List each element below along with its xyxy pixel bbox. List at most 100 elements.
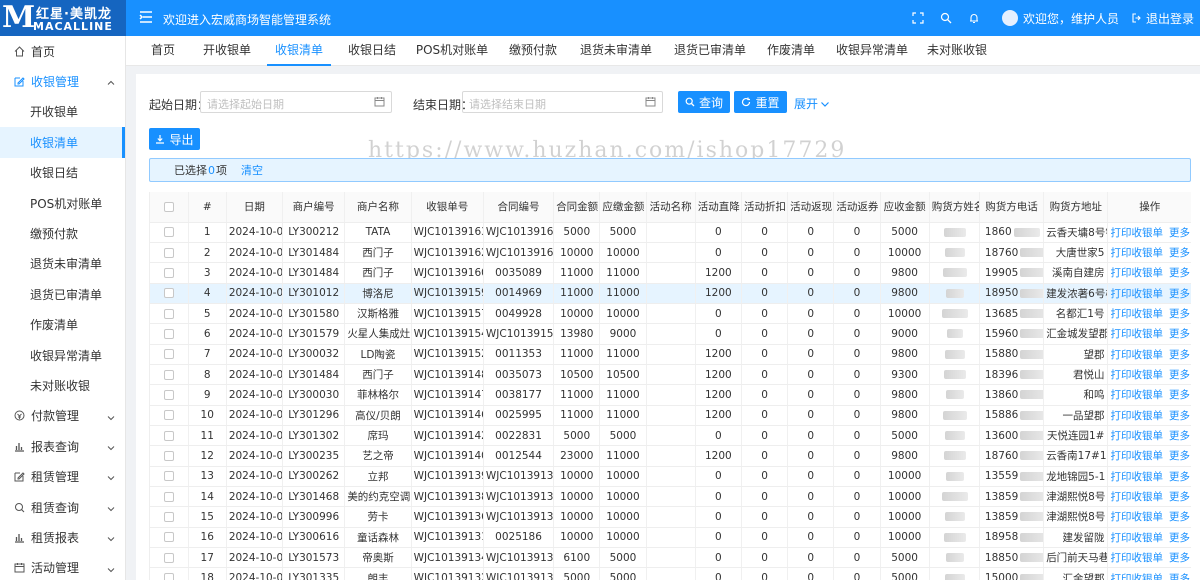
more-actions-link[interactable]: 更多 ⌄	[1169, 389, 1191, 401]
more-actions-link[interactable]: 更多 ⌄	[1169, 227, 1191, 239]
print-receipt-link[interactable]: 打印收银单	[1110, 227, 1163, 239]
table-row[interactable]: 9 2024-10-02 LY300030 菲林格尔 WJC10139147 003817…	[150, 384, 1191, 406]
row-checkbox[interactable]	[163, 369, 174, 380]
row-checkbox-cell[interactable]	[150, 323, 189, 345]
tab-open-cashier[interactable]: 开收银单	[196, 36, 258, 66]
table-row[interactable]: 7 2024-10-02 LY300032 LD陶瓷 WJC10139152 001135…	[150, 344, 1191, 365]
sidebar-item-report-query[interactable]: 报表查询	[0, 431, 125, 461]
more-actions-link[interactable]: 更多 ⌄	[1169, 573, 1191, 580]
more-actions-link[interactable]: 更多 ⌄	[1169, 532, 1191, 544]
row-checkbox[interactable]	[163, 267, 174, 278]
table-row[interactable]: 17 2024-10-02 LY301573 帝奥斯 WJC10139134WJC101…	[150, 547, 1191, 569]
print-receipt-link[interactable]: 打印收银单	[1110, 552, 1163, 564]
row-checkbox-cell[interactable]	[150, 283, 189, 304]
row-checkbox-cell[interactable]	[150, 486, 189, 508]
print-receipt-link[interactable]: 打印收银单	[1110, 288, 1163, 300]
table-row[interactable]: 3 2024-10-03 LY301484 西门子 WJC10139160 0035089…	[150, 262, 1191, 284]
fullscreen-icon[interactable]	[904, 4, 932, 32]
sidebar-item-activity-management[interactable]: 活动管理	[0, 553, 125, 580]
row-checkbox-cell[interactable]	[150, 445, 189, 467]
more-actions-link[interactable]: 更多 ⌄	[1169, 369, 1191, 381]
row-checkbox[interactable]	[163, 410, 174, 421]
table-row[interactable]: 10 2024-10-02 LY301296 高仪/贝朗 WJC10139146 0025…	[150, 405, 1191, 426]
reset-button[interactable]: 重置	[734, 91, 787, 113]
table-row[interactable]: 8 2024-10-02 LY301484 西门子 WJC10139148 0035073…	[150, 364, 1191, 386]
row-checkbox-cell[interactable]	[150, 222, 189, 243]
row-checkbox-cell[interactable]	[150, 527, 189, 549]
select-all-header[interactable]	[150, 192, 189, 223]
table-row[interactable]: 15 2024-10-02 LY300996 劳卡 WJC10139136WJC1013…	[150, 506, 1191, 528]
row-checkbox[interactable]	[163, 450, 174, 461]
row-checkbox-cell[interactable]	[150, 242, 189, 264]
row-checkbox[interactable]	[163, 573, 174, 580]
sidebar-item-daily-settlement[interactable]: 收银日结	[0, 158, 125, 188]
tab-home[interactable]: 首页	[140, 36, 186, 66]
search-icon[interactable]	[932, 4, 960, 32]
tab-unreconciled[interactable]: 未对账收银	[922, 36, 992, 66]
tab-prepayment[interactable]: 缴预付款	[502, 36, 564, 66]
row-checkbox[interactable]	[163, 247, 174, 258]
row-checkbox-cell[interactable]	[150, 364, 189, 386]
more-actions-link[interactable]: 更多 ⌄	[1169, 288, 1191, 300]
row-checkbox[interactable]	[163, 288, 174, 299]
row-checkbox[interactable]	[163, 430, 174, 441]
table-row[interactable]: 142024-10-02LY301468美的约克空调WJC10139138WJC…	[150, 486, 1191, 508]
more-actions-link[interactable]: 更多 ⌄	[1169, 450, 1191, 462]
print-receipt-link[interactable]: 打印收银单	[1110, 532, 1163, 544]
row-checkbox-cell[interactable]	[150, 425, 189, 447]
sidebar-item-void-list[interactable]: 作废清单	[0, 310, 125, 340]
print-receipt-link[interactable]: 打印收银单	[1110, 308, 1163, 320]
table-row[interactable]: 18 2024-10-02 LY301335 朗丰 WJC10139132WJC1013…	[150, 567, 1191, 580]
row-checkbox-cell[interactable]	[150, 405, 189, 426]
row-checkbox[interactable]	[163, 511, 174, 522]
row-checkbox-cell[interactable]	[150, 466, 189, 487]
tab-return-unaudited[interactable]: 退货未审清单	[574, 36, 658, 66]
print-receipt-link[interactable]: 打印收银单	[1110, 328, 1163, 340]
sidebar-item-cashier-management[interactable]: 收银管理	[0, 66, 125, 96]
expand-toggle[interactable]: 展开	[794, 95, 830, 112]
more-actions-link[interactable]: 更多 ⌄	[1169, 430, 1191, 442]
tab-return-audited[interactable]: 退货已审清单	[668, 36, 752, 66]
sidebar-item-lease-report[interactable]: 租赁报表	[0, 522, 125, 552]
row-checkbox[interactable]	[163, 349, 174, 360]
row-checkbox-cell[interactable]	[150, 344, 189, 365]
print-receipt-link[interactable]: 打印收银单	[1110, 389, 1163, 401]
sidebar-item-home[interactable]: 首页	[0, 36, 125, 66]
print-receipt-link[interactable]: 打印收银单	[1110, 511, 1163, 523]
table-row[interactable]: 2 2024-10-03 LY301484 西门子 WJC10139162WJC1013…	[150, 242, 1191, 264]
sidebar-item-payment-management[interactable]: 付款管理	[0, 401, 125, 431]
sidebar-item-unreconciled[interactable]: 未对账收银	[0, 370, 125, 400]
row-checkbox-cell[interactable]	[150, 547, 189, 569]
print-receipt-link[interactable]: 打印收银单	[1110, 450, 1163, 462]
tab-void-list[interactable]: 作废清单	[760, 36, 822, 66]
tab-cashier-list[interactable]: 收银清单	[267, 36, 331, 66]
print-receipt-link[interactable]: 打印收银单	[1110, 471, 1163, 483]
print-receipt-link[interactable]: 打印收银单	[1110, 349, 1163, 361]
sidebar-item-return-unaudited[interactable]: 退货未审清单	[0, 249, 125, 279]
print-receipt-link[interactable]: 打印收银单	[1110, 410, 1163, 422]
avatar[interactable]	[1001, 10, 1018, 26]
more-actions-link[interactable]: 更多 ⌄	[1169, 552, 1191, 564]
row-checkbox-cell[interactable]	[150, 262, 189, 284]
print-receipt-link[interactable]: 打印收银单	[1110, 369, 1163, 381]
row-checkbox-cell[interactable]	[150, 303, 189, 325]
table-row[interactable]: 11 2024-10-02 LY301302 席玛 WJC10139142 0022831…	[150, 425, 1191, 447]
print-receipt-link[interactable]: 打印收银单	[1110, 430, 1163, 442]
print-receipt-link[interactable]: 打印收银单	[1110, 491, 1163, 503]
row-checkbox-cell[interactable]	[150, 506, 189, 528]
row-checkbox[interactable]	[163, 552, 174, 563]
row-checkbox[interactable]	[163, 308, 174, 319]
row-checkbox[interactable]	[163, 328, 174, 339]
print-receipt-link[interactable]: 打印收银单	[1110, 573, 1163, 580]
row-checkbox[interactable]	[163, 532, 174, 543]
more-actions-link[interactable]: 更多 ⌄	[1169, 328, 1191, 340]
search-button[interactable]: 查询	[678, 91, 730, 113]
more-actions-link[interactable]: 更多 ⌄	[1169, 471, 1191, 483]
sidebar-item-open-cashier[interactable]: 开收银单	[0, 97, 125, 127]
start-date-input[interactable]: 请选择起始日期	[200, 91, 392, 113]
sidebar-item-cashier-list[interactable]: 收银清单	[0, 127, 125, 158]
sidebar-item-prepayment[interactable]: 缴预付款	[0, 218, 125, 248]
row-checkbox[interactable]	[163, 471, 174, 482]
sidebar-item-return-audited[interactable]: 退货已审清单	[0, 279, 125, 309]
table-row[interactable]: 12 2024-10-02 LY300235 艺之帝 WJC10139140 001254…	[150, 445, 1191, 467]
